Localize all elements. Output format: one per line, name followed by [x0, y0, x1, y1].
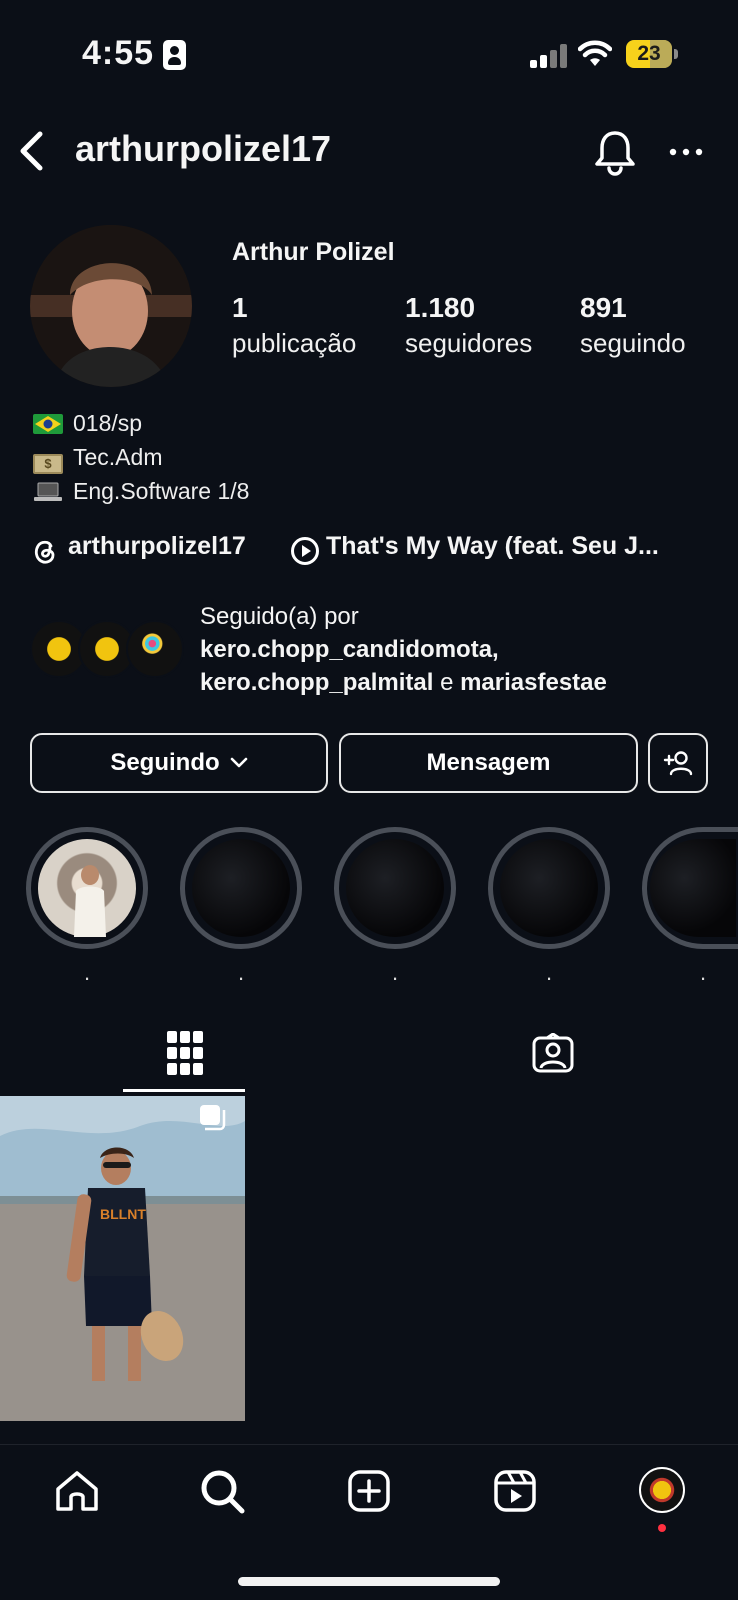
- play-circle-icon[interactable]: [290, 536, 320, 566]
- bio-line-3: Eng.Software 1/8: [33, 478, 249, 505]
- more-horizontal-icon[interactable]: [668, 147, 704, 157]
- notification-dot: [658, 1524, 666, 1532]
- mutual-user-2[interactable]: kero.chopp_palmital: [200, 669, 433, 696]
- home-icon[interactable]: [54, 1469, 100, 1513]
- following-button[interactable]: Seguindo: [30, 733, 328, 793]
- profile-avatar[interactable]: [30, 225, 192, 387]
- message-button[interactable]: Mensagem: [339, 733, 638, 793]
- active-tab-indicator: [123, 1089, 245, 1092]
- bio-text-3: Eng.Software 1/8: [73, 478, 250, 504]
- bell-icon[interactable]: [593, 128, 637, 176]
- profile-photo: [30, 225, 192, 387]
- battery-level: 23: [637, 42, 661, 65]
- post-thumbnail[interactable]: BLLNT: [0, 1096, 245, 1421]
- bio-text-1: 018/sp: [73, 410, 143, 436]
- highlight-cover: [38, 839, 136, 937]
- post-photo: BLLNT: [0, 1096, 245, 1421]
- music-link[interactable]: That's My Way (feat. Seu J...: [326, 532, 659, 561]
- following-count[interactable]: 891: [580, 292, 627, 324]
- posts-label[interactable]: publicação: [232, 328, 356, 359]
- story-highlight[interactable]: [642, 827, 738, 949]
- followers-count[interactable]: 1.180: [405, 292, 475, 324]
- battery-indicator: 23: [626, 40, 672, 68]
- highlight-cover: [192, 839, 290, 937]
- status-time: 4:55: [82, 34, 155, 72]
- search-icon[interactable]: [200, 1469, 246, 1515]
- bio-line-2: $ Tec.Adm: [33, 444, 162, 474]
- wifi-icon: [578, 40, 612, 66]
- bio-text-2: Tec.Adm: [73, 444, 163, 470]
- add-person-icon: [663, 751, 693, 776]
- story-highlight[interactable]: [180, 827, 302, 949]
- mutual-user-1[interactable]: kero.chopp_candidomota,: [200, 636, 499, 663]
- followed-by-connector: e: [440, 669, 454, 696]
- laptop-icon: [33, 482, 63, 502]
- highlight-label: .: [700, 960, 707, 985]
- threads-icon[interactable]: [32, 538, 58, 564]
- highlight-cover: [500, 839, 598, 937]
- highlight-label: .: [546, 960, 553, 985]
- threads-handle-link[interactable]: arthurpolizel17: [68, 532, 246, 561]
- svg-text:BLLNT: BLLNT: [100, 1206, 146, 1222]
- highlight-cover: [346, 839, 444, 937]
- mutual-user-3[interactable]: mariasfestae: [460, 669, 607, 696]
- highlight-label: .: [84, 960, 91, 985]
- signal-icon: [530, 44, 570, 68]
- profile-full-name: Arthur Polizel: [232, 238, 395, 266]
- reels-icon[interactable]: [493, 1469, 537, 1513]
- message-button-label: Mensagem: [426, 749, 551, 776]
- tagged-person-icon[interactable]: [532, 1033, 574, 1073]
- followed-by-prefix: Seguido(a) por: [200, 603, 359, 630]
- suggest-people-button[interactable]: [648, 733, 708, 793]
- following-label[interactable]: seguindo: [580, 328, 686, 359]
- story-highlight[interactable]: [26, 827, 148, 949]
- create-icon[interactable]: [347, 1469, 391, 1513]
- chevron-down-icon: [230, 757, 247, 768]
- highlight-cover: [649, 839, 736, 937]
- story-highlight[interactable]: [488, 827, 610, 949]
- brazil-flag-icon: [33, 414, 63, 434]
- highlight-label: .: [238, 960, 245, 985]
- profile-tab-avatar[interactable]: [639, 1467, 685, 1513]
- multiple-photos-icon: [200, 1105, 226, 1131]
- home-indicator[interactable]: [238, 1577, 500, 1586]
- mutual-avatar: [126, 620, 184, 678]
- status-bar: 4:55 23: [0, 0, 738, 110]
- chevron-left-icon[interactable]: [14, 130, 48, 172]
- profile-username: arthurpolizel17: [75, 128, 332, 169]
- followers-label[interactable]: seguidores: [405, 328, 532, 359]
- bio-line-1: 018/sp: [33, 410, 142, 437]
- grid-icon[interactable]: [167, 1031, 203, 1075]
- focus-person-icon: [163, 40, 186, 70]
- followed-by-text[interactable]: Seguido(a) por kero.chopp_candidomota, k…: [200, 600, 607, 699]
- story-highlight[interactable]: [334, 827, 456, 949]
- following-button-label: Seguindo: [110, 749, 220, 776]
- money-icon: $: [33, 454, 63, 474]
- highlight-label: .: [392, 960, 399, 985]
- posts-count[interactable]: 1: [232, 292, 248, 324]
